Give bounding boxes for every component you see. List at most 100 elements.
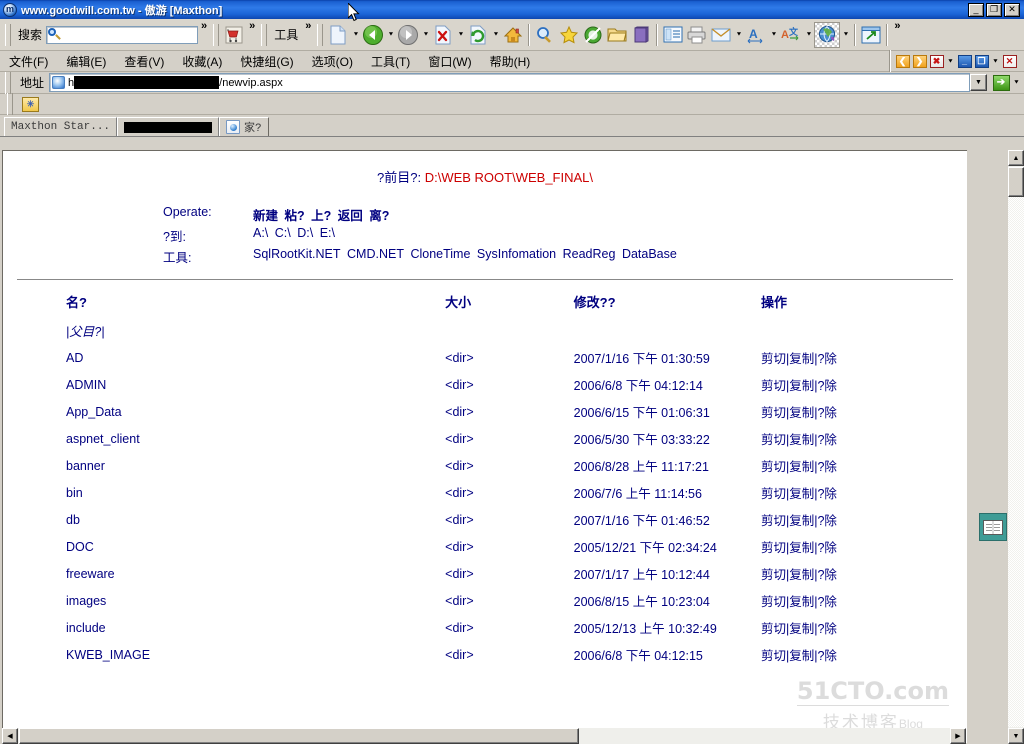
vertical-scroll-track[interactable] [1008, 167, 1024, 727]
op-back-link[interactable]: 返回 [338, 209, 363, 223]
history-book-icon[interactable] [629, 23, 653, 47]
search-overflow-chevron[interactable]: » [198, 20, 210, 32]
open-folder-icon[interactable] [605, 23, 629, 47]
menu-edit[interactable]: 编辑(E) [57, 51, 115, 72]
cmdnet-link[interactable]: CMD.NET [347, 247, 404, 261]
refresh-dropdown[interactable] [490, 23, 501, 47]
tools-label[interactable]: 工具 [270, 26, 302, 43]
file-name-link[interactable]: App_Data [3, 398, 445, 425]
parent-directory-link[interactable]: |父目?| [3, 317, 445, 344]
toolbar-grip-2[interactable] [213, 23, 220, 46]
scroll-right-button[interactable]: ▶ [950, 728, 966, 744]
file-actions[interactable]: 剪切|复制|?除 [761, 614, 943, 641]
cart-overflow-chevron[interactable]: » [246, 20, 258, 32]
op-new-link[interactable]: 新建 [253, 209, 278, 223]
home-icon[interactable] [501, 23, 525, 47]
notes-icon[interactable] [661, 23, 685, 47]
file-name-link[interactable]: bin [3, 479, 445, 506]
file-name-link[interactable]: include [3, 614, 445, 641]
file-actions[interactable]: 剪切|复制|?除 [761, 641, 943, 668]
file-actions[interactable]: 剪切|复制|?除 [761, 533, 943, 560]
toolbar-grip-3[interactable] [261, 23, 268, 46]
forward-dropdown[interactable] [420, 23, 431, 47]
window-minimize-mdi-button[interactable]: _ [956, 53, 973, 69]
toolbar-grip[interactable] [5, 23, 11, 46]
scroll-down-button[interactable]: ▼ [1008, 728, 1024, 744]
file-name-link[interactable]: images [3, 587, 445, 614]
close-button[interactable]: ✕ [1004, 2, 1020, 17]
tab-prev-button[interactable]: ❮ [894, 53, 911, 69]
tab-next-button[interactable]: ❯ [911, 53, 928, 69]
ad-hunter-icon[interactable] [581, 23, 605, 47]
file-name-link[interactable]: banner [3, 452, 445, 479]
tab-maxthon-start[interactable]: Maxthon Star... [4, 117, 118, 136]
font-size-icon[interactable]: A [744, 23, 768, 47]
file-actions[interactable]: 剪切|复制|?除 [761, 452, 943, 479]
stop-dropdown[interactable] [455, 23, 466, 47]
drive-e-link[interactable]: E:\ [320, 226, 335, 240]
tab-current-page[interactable]: 家? [219, 117, 269, 136]
minimize-button[interactable]: _ [968, 2, 984, 17]
op-paste-link[interactable]: 粘? [285, 209, 305, 223]
back-dropdown[interactable] [385, 23, 396, 47]
column-header-name[interactable]: 名? [3, 290, 445, 317]
file-name-link[interactable]: ADMIN [3, 371, 445, 398]
translate-icon[interactable]: A 文 [779, 23, 803, 47]
search-input[interactable] [49, 26, 198, 43]
file-name-link[interactable]: aspnet_client [3, 425, 445, 452]
menu-view[interactable]: 查看(V) [115, 51, 173, 72]
vertical-scrollbar[interactable]: ▲ ▼ [1008, 150, 1024, 744]
globe-plugin-icon[interactable] [814, 21, 841, 48]
file-actions[interactable]: 剪切|复制|?除 [761, 344, 943, 371]
menu-options[interactable]: 选项(O) [303, 51, 362, 72]
scroll-up-button[interactable]: ▲ [1008, 150, 1024, 166]
tab-close-dropdown[interactable] [945, 49, 956, 73]
database-link[interactable]: DataBase [622, 247, 677, 261]
new-page-icon[interactable] [326, 23, 350, 47]
file-actions[interactable]: 剪切|复制|?除 [761, 506, 943, 533]
external-window-icon[interactable] [859, 23, 883, 47]
toolbar-grip-4[interactable] [317, 23, 324, 46]
menu-file[interactable]: 文件(F) [0, 51, 57, 72]
file-actions[interactable]: 剪切|复制|?除 [761, 425, 943, 452]
file-name-link[interactable]: db [3, 506, 445, 533]
new-folder-icon[interactable]: ✳ [22, 96, 39, 112]
reader-book-button[interactable] [979, 513, 1007, 541]
new-page-dropdown[interactable] [350, 23, 361, 47]
font-size-dropdown[interactable] [768, 23, 779, 47]
readreg-link[interactable]: ReadReg [563, 247, 616, 261]
search-box[interactable] [46, 25, 199, 44]
horizontal-scrollbar[interactable]: ◀ ▶ [2, 728, 966, 744]
drive-c-link[interactable]: C:\ [275, 226, 291, 240]
mail-dropdown[interactable] [733, 23, 744, 47]
file-actions[interactable]: 剪切|复制|?除 [761, 371, 943, 398]
window-close-mdi-button[interactable]: ✕ [1001, 53, 1018, 69]
file-name-link[interactable]: DOC [3, 533, 445, 560]
go-button[interactable]: ➔ [991, 73, 1011, 93]
mail-icon[interactable] [709, 23, 733, 47]
file-actions[interactable]: 剪切|复制|?除 [761, 479, 943, 506]
op-upload-link[interactable]: 上? [311, 209, 331, 223]
vertical-scroll-thumb[interactable] [1008, 167, 1024, 197]
window-restore-mdi-button[interactable]: ❐ [973, 53, 990, 69]
forward-icon[interactable] [396, 23, 420, 47]
op-logout-link[interactable]: 离? [369, 209, 389, 223]
back-icon[interactable] [361, 23, 385, 47]
drive-a-link[interactable]: A:\ [253, 226, 268, 240]
globe-plugin-dropdown[interactable] [840, 23, 851, 47]
menu-window[interactable]: 窗口(W) [419, 51, 480, 72]
tools-overflow-chevron[interactable]: » [302, 20, 314, 32]
menu-help[interactable]: 帮助(H) [481, 51, 540, 72]
tab-close-button[interactable]: ✖ [928, 53, 945, 69]
menu-group[interactable]: 快捷组(G) [231, 51, 302, 72]
stop-icon[interactable] [431, 23, 455, 47]
find-icon[interactable] [533, 23, 557, 47]
maximize-button[interactable]: ❐ [986, 2, 1002, 17]
toolbar-overflow-chevron[interactable]: » [891, 20, 903, 32]
scroll-left-button[interactable]: ◀ [2, 728, 18, 744]
links-bar-grip[interactable] [7, 93, 13, 115]
drive-d-link[interactable]: D:\ [297, 226, 313, 240]
address-history-dropdown[interactable]: ▼ [970, 74, 987, 91]
horizontal-scroll-thumb[interactable] [19, 728, 579, 744]
window-restore-dropdown[interactable] [990, 49, 1001, 73]
